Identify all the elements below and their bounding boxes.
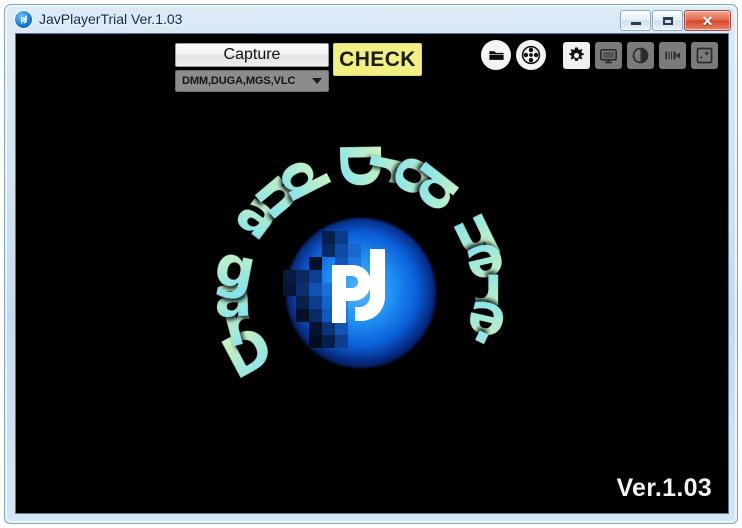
brightness-icon bbox=[632, 47, 649, 63]
window-title: JavPlayerTrial Ver.1.03 bbox=[39, 11, 183, 27]
drop-art: DragandDrophere. bbox=[191, 123, 531, 463]
version-label: Ver.1.03 bbox=[616, 474, 712, 502]
application-window: JavPlayerTrial Ver.1.03 ✕ Capture DMM,DU… bbox=[4, 4, 738, 524]
maximize-icon bbox=[662, 16, 673, 25]
minimize-icon bbox=[630, 22, 641, 25]
video-camera-icon-button[interactable] bbox=[659, 41, 686, 69]
gear-icon bbox=[569, 47, 584, 61]
jp-logo-icon bbox=[15, 11, 32, 28]
image-enhance-icon-button[interactable] bbox=[691, 41, 718, 69]
video-camera-icon bbox=[665, 51, 680, 59]
film-reel-icon-button[interactable] bbox=[516, 40, 546, 70]
check-button[interactable]: CHECK bbox=[333, 43, 422, 76]
check-button-label: CHECK bbox=[339, 47, 416, 71]
drag-and-drop-zone[interactable]: DragandDrophere. bbox=[16, 82, 728, 513]
toolbar-icon-row bbox=[481, 40, 718, 70]
film-reel-icon bbox=[521, 45, 541, 65]
minimize-button[interactable] bbox=[620, 10, 651, 31]
maximize-button[interactable] bbox=[652, 10, 683, 31]
monitor-icon bbox=[600, 48, 617, 63]
folder-open-icon bbox=[488, 50, 504, 60]
brightness-icon-button[interactable] bbox=[627, 41, 654, 69]
window-controls: ✕ bbox=[620, 10, 731, 31]
close-icon: ✕ bbox=[701, 12, 714, 29]
title-bar[interactable]: JavPlayerTrial Ver.1.03 ✕ bbox=[5, 5, 737, 33]
capture-button[interactable]: Capture bbox=[175, 43, 329, 67]
capture-button-label: Capture bbox=[223, 46, 281, 63]
image-enhance-icon bbox=[696, 47, 713, 63]
close-button[interactable]: ✕ bbox=[684, 10, 731, 31]
circular-hint-text: DragandDrophere. bbox=[191, 123, 531, 463]
gear-icon-button[interactable] bbox=[563, 41, 590, 69]
folder-open-icon-button[interactable] bbox=[481, 40, 511, 70]
content-area: Capture DMM,DUGA,MGS,VLC CHECK g d p . V… bbox=[15, 33, 729, 514]
monitor-icon-button[interactable] bbox=[595, 41, 622, 69]
